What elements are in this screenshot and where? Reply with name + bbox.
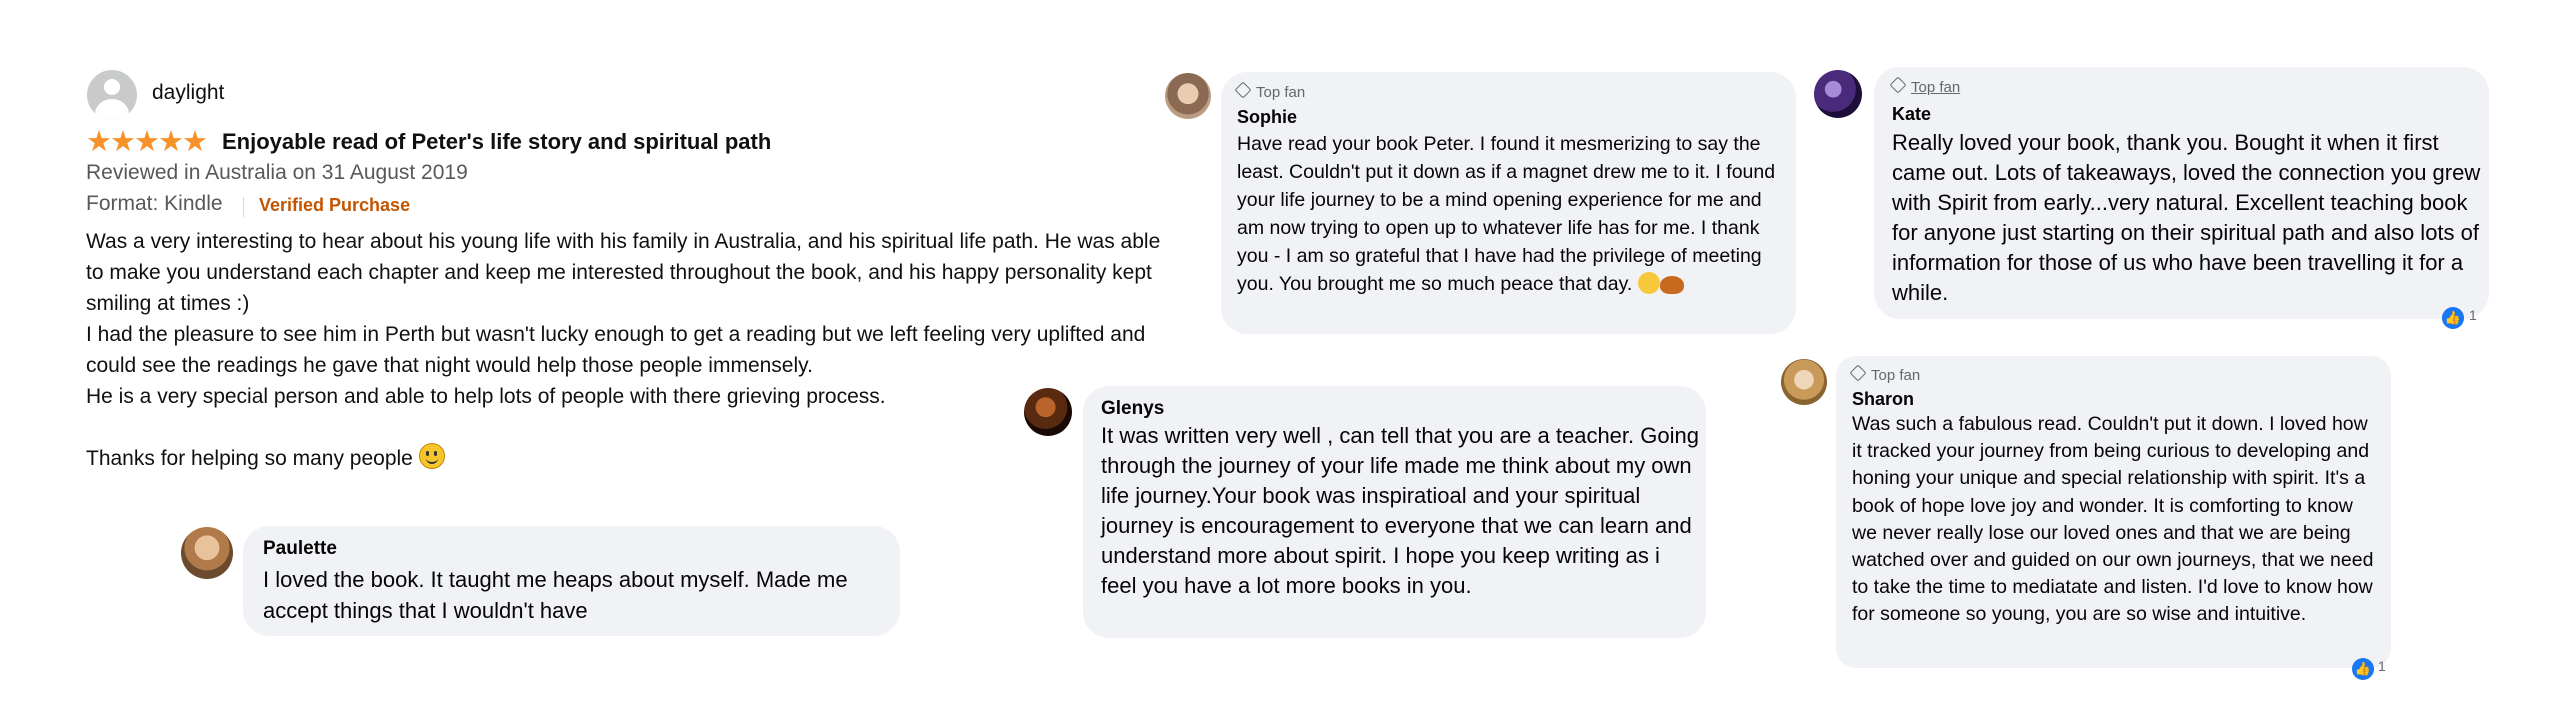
review-body: Was a very interesting to hear about his… [86, 226, 1166, 474]
reaction-count[interactable]: 1 [2469, 307, 2477, 323]
like-reaction-icon[interactable]: 👍 [2352, 658, 2374, 680]
comment-bubble-kate: Top fan Kate Really loved your book, tha… [1874, 67, 2489, 329]
top-fan-badge: Top fan [1849, 364, 1920, 384]
review-closing-text: Thanks for helping so many people [86, 447, 413, 470]
paulette-avatar[interactable] [181, 527, 233, 579]
reaction-count[interactable]: 1 [2378, 658, 2386, 674]
comment-bubble-glenys: Glenys It was written very well , can te… [1083, 386, 1706, 638]
comment-text: It was written very well , can tell that… [1101, 423, 1699, 598]
commenter-name[interactable]: Glenys [1101, 398, 1164, 420]
top-fan-badge[interactable]: Top fan [1889, 76, 1960, 96]
butterfly-emoji [1659, 276, 1684, 294]
star-rating[interactable]: ★★★★★ [86, 127, 208, 157]
review-paragraph: He is a very special person and able to … [86, 385, 886, 408]
kate-avatar[interactable] [1814, 70, 1862, 118]
diamond-badge-icon [1234, 81, 1252, 99]
comment-bubble-sophie: Top fan Sophie Have read your book Peter… [1221, 72, 1796, 334]
hug-emoji [1637, 272, 1660, 294]
glenys-avatar[interactable] [1024, 388, 1072, 436]
comment-text: Was such a fabulous read. Couldn't put i… [1852, 413, 2374, 626]
sharon-avatar[interactable] [1781, 359, 1827, 405]
comment-text: Have read your book Peter. I found it me… [1237, 133, 1776, 295]
review-paragraph: Was a very interesting to hear about his… [86, 230, 1161, 315]
smiley-emoji [418, 443, 445, 469]
comment-text: Really loved your book, thank you. Bough… [1892, 130, 2481, 305]
review-paragraph: Thanks for helping so many people [86, 443, 1166, 474]
commenter-name[interactable]: Paulette [263, 538, 337, 560]
divider [243, 197, 244, 217]
comment-bubble-paulette: Paulette I loved the book. It taught me … [243, 526, 900, 636]
diamond-badge-icon [1849, 364, 1867, 382]
top-fan-badge: Top fan [1234, 81, 1305, 101]
commenter-name[interactable]: Sharon [1852, 389, 1914, 410]
comment-bubble-sharon: Top fan Sharon Was such a fabulous read.… [1836, 356, 2391, 680]
review-title[interactable]: Enjoyable read of Peter's life story and… [222, 129, 771, 155]
comment-text: I loved the book. It taught me heaps abo… [263, 567, 848, 623]
reviewer-avatar-icon [87, 70, 137, 120]
reviewer-name[interactable]: daylight [152, 81, 224, 105]
diamond-badge-icon [1889, 76, 1907, 94]
review-format[interactable]: Format: Kindle [86, 192, 223, 216]
sophie-avatar[interactable] [1165, 73, 1211, 119]
commenter-name[interactable]: Kate [1892, 104, 1931, 125]
verified-purchase-badge: Verified Purchase [259, 195, 411, 215]
commenter-name[interactable]: Sophie [1237, 107, 1297, 128]
review-date: Reviewed in Australia on 31 August 2019 [86, 161, 468, 184]
review-paragraph: I had the pleasure to see him in Perth b… [86, 323, 1146, 377]
like-reaction-icon[interactable]: 👍 [2442, 307, 2464, 329]
